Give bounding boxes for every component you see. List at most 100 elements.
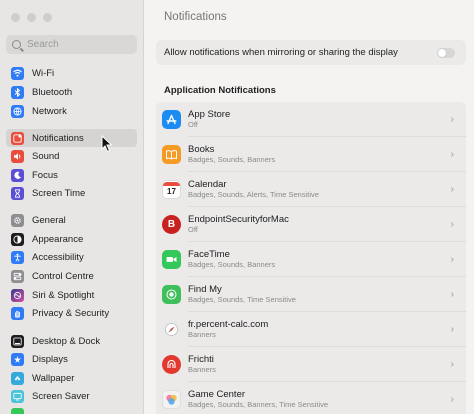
app-store-icon	[162, 110, 181, 129]
mouse-cursor-icon	[101, 135, 113, 153]
sidebar-item-label: Appearance	[32, 233, 84, 245]
app-row-calendar[interactable]: 17 Calendar Badges, Sounds, Alerts, Time…	[156, 172, 466, 207]
gear-icon	[11, 213, 24, 227]
sidebar-item-label: Sound	[32, 150, 60, 162]
sidebar-item-label: Displays	[32, 353, 68, 365]
sidebar-item-screen-time[interactable]: Screen Time	[6, 184, 137, 202]
chevron-right-icon: ›	[450, 219, 454, 230]
sidebar-item-network[interactable]: Network	[6, 102, 137, 120]
app-status: Off	[188, 120, 198, 129]
app-status: Badges, Sounds, Banners	[188, 155, 276, 164]
sidebar-item-label: Accessibility	[32, 251, 84, 263]
sidebar-item-label: Control Centre	[32, 270, 94, 282]
app-row-find-my[interactable]: Find My Badges, Sounds, Time Sensitive ›	[156, 277, 466, 312]
app-row-percent-calc[interactable]: fr.percent-calc.com Banners ›	[156, 312, 466, 347]
app-status: Banners	[188, 330, 216, 339]
main-pane: Notifications Allow notifications when m…	[145, 0, 474, 414]
screen-time-icon	[11, 186, 24, 200]
app-row-facetime[interactable]: FaceTime Badges, Sounds, Banners ›	[156, 242, 466, 277]
mirror-setting-row: Allow notifications when mirroring or sh…	[156, 40, 466, 65]
sidebar-item-wallpaper[interactable]: Wallpaper	[6, 369, 137, 387]
sidebar-item-label: Network	[32, 105, 67, 117]
find-my-icon	[162, 285, 181, 304]
chevron-right-icon: ›	[450, 184, 454, 195]
search-input[interactable]	[27, 39, 127, 50]
app-row-app-store[interactable]: App Store Off ›	[156, 102, 466, 137]
accessibility-icon	[11, 250, 24, 264]
app-row-frichti[interactable]: Frichti Banners ›	[156, 347, 466, 382]
app-name: FaceTime	[188, 249, 230, 260]
sidebar-item-partial[interactable]	[6, 405, 137, 414]
chevron-right-icon: ›	[450, 289, 454, 300]
sidebar-item-bluetooth[interactable]: Bluetooth	[6, 83, 137, 101]
window-controls	[11, 13, 52, 22]
minimize-window-button[interactable]	[27, 13, 36, 22]
app-status: Off	[188, 225, 198, 234]
app-name: Game Center	[188, 389, 246, 400]
wifi-icon	[11, 66, 24, 80]
chevron-right-icon: ›	[450, 114, 454, 125]
sidebar-item-label: Siri & Spotlight	[32, 289, 95, 301]
app-row-game-center[interactable]: Game Center Badges, Sounds, Banners, Tim…	[156, 382, 466, 414]
network-icon	[11, 104, 24, 118]
app-row-endpoint-security[interactable]: B EndpointSecurityforMac Off ›	[156, 207, 466, 242]
sidebar-item-label: Bluetooth	[32, 86, 73, 98]
chevron-right-icon: ›	[450, 324, 454, 335]
app-status: Badges, Sounds, Banners, Time Sensitive	[188, 400, 329, 409]
sidebar-item-displays[interactable]: Displays	[6, 350, 137, 368]
bluetooth-icon	[11, 85, 24, 99]
sidebar-item-label: Screen Time	[32, 187, 86, 199]
sidebar-item-appearance[interactable]: Appearance	[6, 230, 137, 248]
app-status: Badges, Sounds, Time Sensitive	[188, 295, 296, 304]
siri-icon	[11, 288, 24, 302]
safari-icon	[162, 320, 181, 339]
sidebar-item-desktop-dock[interactable]: Desktop & Dock	[6, 332, 137, 350]
dock-icon	[11, 334, 24, 348]
sidebar-item-general[interactable]: General	[6, 211, 137, 229]
mirror-toggle[interactable]	[437, 48, 455, 58]
wallpaper-icon	[11, 371, 24, 385]
notifications-icon	[11, 131, 24, 145]
zoom-window-button[interactable]	[43, 13, 52, 22]
chevron-right-icon: ›	[450, 149, 454, 160]
app-status: Banners	[188, 365, 216, 374]
sidebar-item-label: Privacy & Security	[32, 307, 110, 319]
sidebar-item-control-centre[interactable]: Control Centre	[6, 267, 137, 285]
section-title: Application Notifications	[164, 85, 276, 96]
chevron-right-icon: ›	[450, 254, 454, 265]
mirror-setting-label: Allow notifications when mirroring or sh…	[164, 47, 398, 58]
chevron-right-icon: ›	[450, 359, 454, 370]
app-name: fr.percent-calc.com	[188, 319, 269, 330]
sound-icon	[11, 149, 24, 163]
sidebar-item-privacy-security[interactable]: Privacy & Security	[6, 304, 137, 322]
appearance-icon	[11, 232, 24, 246]
app-name: Find My	[188, 284, 222, 295]
screen-saver-icon	[11, 389, 24, 403]
sidebar-item-siri-spotlight[interactable]: Siri & Spotlight	[6, 286, 137, 304]
sidebar: Wi-Fi Bluetooth Network Notifications So…	[0, 0, 144, 414]
app-name: Calendar	[188, 179, 227, 190]
frichti-icon	[162, 355, 181, 374]
sidebar-item-screen-saver[interactable]: Screen Saver	[6, 387, 137, 405]
sidebar-item-focus[interactable]: Focus	[6, 166, 137, 184]
app-name: Frichti	[188, 354, 214, 365]
app-row-books[interactable]: Books Badges, Sounds, Banners ›	[156, 137, 466, 172]
books-icon	[162, 145, 181, 164]
calendar-icon: 17	[162, 180, 181, 199]
sidebar-item-notifications[interactable]: Notifications	[6, 129, 137, 147]
search-field[interactable]	[6, 35, 137, 54]
facetime-icon	[162, 250, 181, 269]
app-status: Badges, Sounds, Banners	[188, 260, 276, 269]
sidebar-item-accessibility[interactable]: Accessibility	[6, 248, 137, 266]
search-icon	[12, 40, 21, 49]
game-center-icon	[162, 390, 181, 409]
displays-icon	[11, 352, 24, 366]
sidebar-item-label: General	[32, 214, 66, 226]
close-window-button[interactable]	[11, 13, 20, 22]
sidebar-item-wifi[interactable]: Wi-Fi	[6, 64, 137, 82]
app-name: App Store	[188, 109, 231, 120]
sidebar-item-label: Wallpaper	[32, 372, 75, 384]
sidebar-item-sound[interactable]: Sound	[6, 147, 137, 165]
focus-icon	[11, 168, 24, 182]
sidebar-item-label: Screen Saver	[32, 390, 90, 402]
